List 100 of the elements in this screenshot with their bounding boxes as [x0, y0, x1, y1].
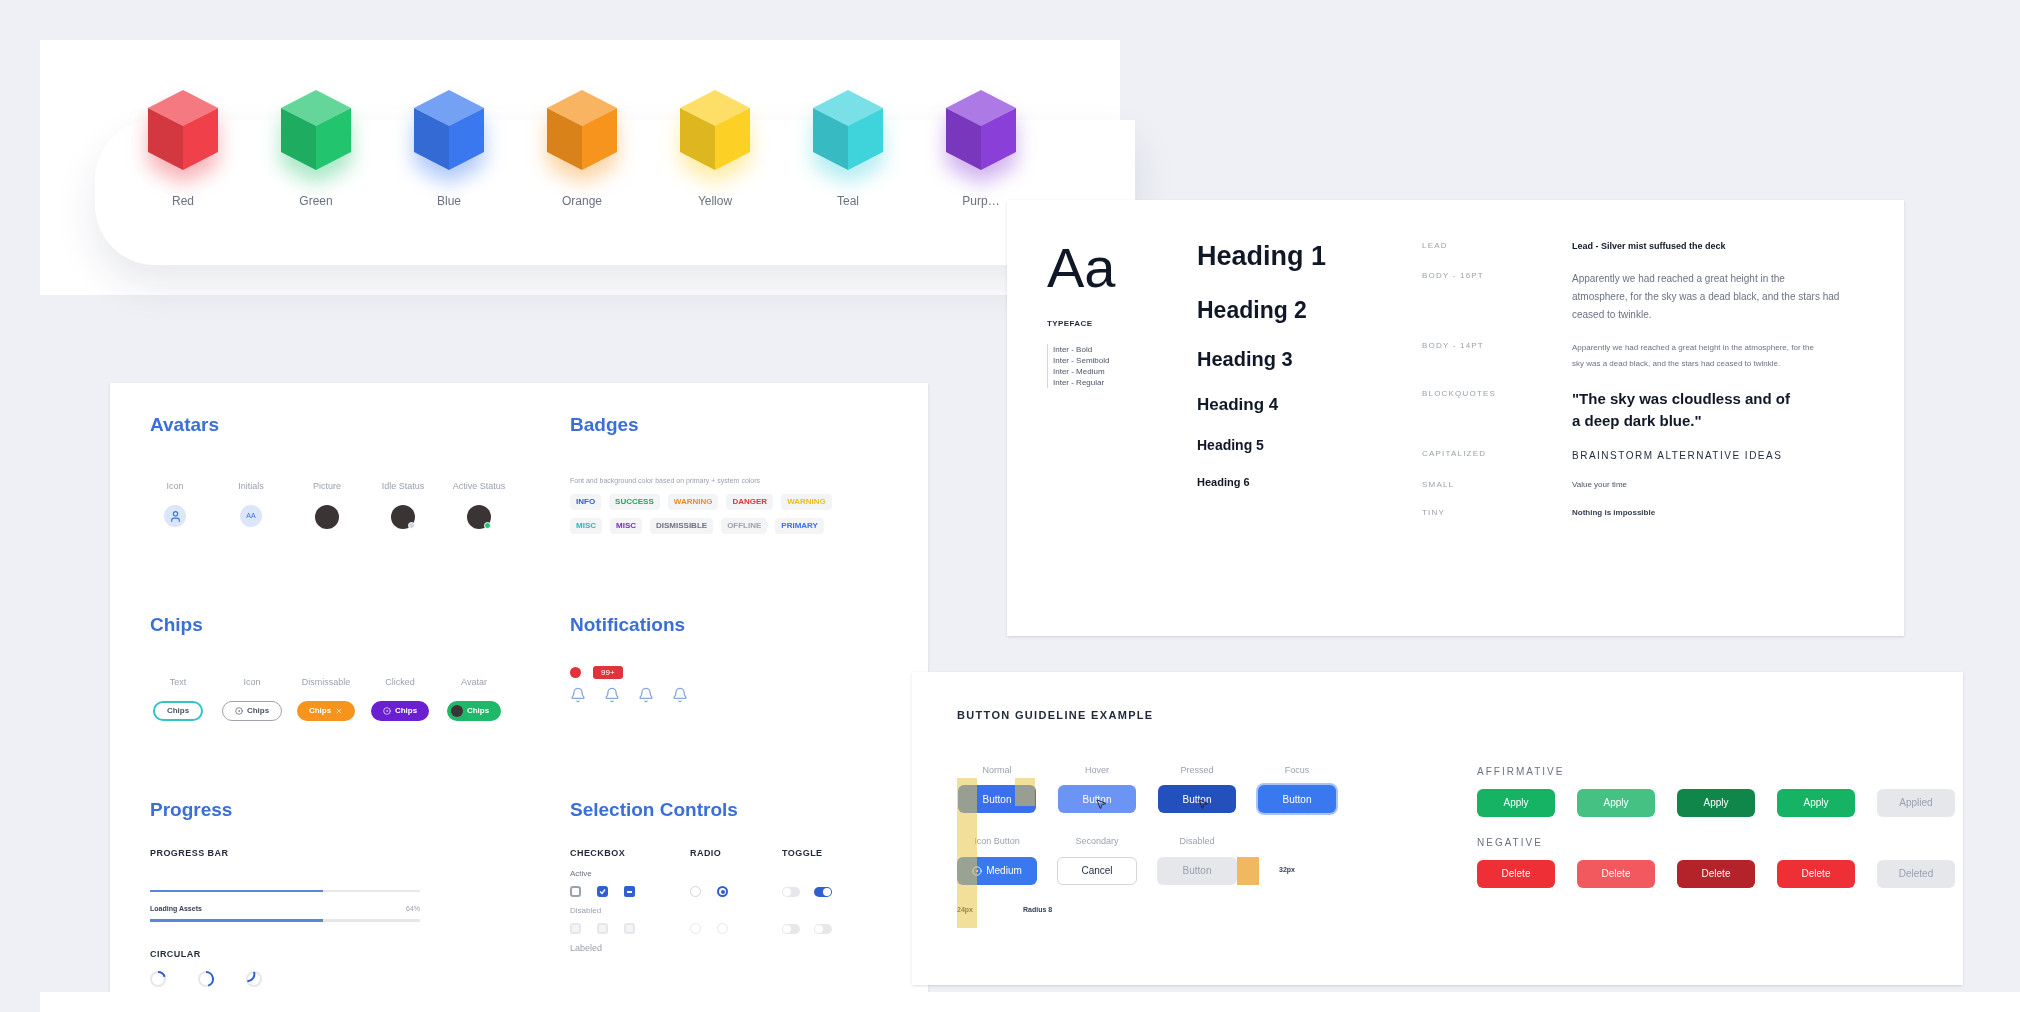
- caption: Secondary: [1075, 835, 1119, 848]
- avatar-icon: [164, 505, 186, 527]
- checkbox[interactable]: [624, 886, 635, 897]
- caption: Avatar: [461, 675, 487, 689]
- style-sample: "The sky was cloudless and of a deep dark blue.": [1572, 388, 1791, 431]
- sample-button[interactable]: Button: [1157, 856, 1237, 885]
- style-sample: Apparently we had reached a great height in the atmosphere, for the sky was a dead black, and the stars had ceased to twinkle.: [1572, 341, 1815, 370]
- badge: MISC: [610, 518, 642, 534]
- color-label: Purp…: [962, 193, 1000, 210]
- column-heading: CHECKBOX: [570, 846, 627, 860]
- sample-button[interactable]: Apply: [1477, 788, 1555, 817]
- heading-sample: Heading 3: [1197, 346, 1294, 372]
- style-sample: Nothing is impossible: [1572, 506, 1656, 519]
- padding-highlight: [1015, 777, 1035, 806]
- section-title: Badges: [570, 413, 640, 437]
- typeface-sample: Aa: [1047, 240, 1117, 296]
- sample-button[interactable]: Cancel: [1057, 856, 1137, 885]
- style-sample: Lead - Silver mist suffused the deck: [1572, 240, 1726, 253]
- badge: OFFLINE: [721, 518, 768, 534]
- toggle-switch[interactable]: [782, 886, 800, 897]
- color-label: Yellow: [697, 193, 733, 210]
- weight-name: Inter - Bold: [1053, 344, 1094, 355]
- close-icon[interactable]: [335, 707, 344, 715]
- sample-button[interactable]: Delete: [1677, 859, 1755, 888]
- group-label: NEGATIVE: [1477, 835, 1544, 850]
- bell-icon[interactable]: [604, 686, 620, 703]
- weight-name: Inter - Semibold: [1053, 355, 1111, 366]
- color-label: Teal: [837, 193, 859, 210]
- caption: Pressed: [1180, 763, 1214, 777]
- section-title: Progress: [150, 798, 234, 822]
- color-label: Green: [299, 193, 333, 210]
- sample-button[interactable]: Apply: [1677, 788, 1755, 817]
- chip[interactable]: Chips: [152, 701, 204, 721]
- sample-button[interactable]: Deleted: [1877, 859, 1955, 888]
- notification-pill: 99+: [593, 665, 623, 679]
- weight-name: Inter - Medium: [1053, 366, 1106, 377]
- section-title: Chips: [150, 613, 204, 637]
- subheading: CIRCULAR: [150, 947, 202, 961]
- spinner-icon: [198, 971, 214, 987]
- sample-button[interactable]: Delete: [1577, 859, 1655, 888]
- style-sample: BRAINSTORM ALTERNATIVE IDEAS: [1572, 448, 1783, 463]
- sample-button[interactable]: Delete: [1777, 859, 1855, 888]
- subheading: PROGRESS BAR: [150, 846, 230, 860]
- badge: INFO: [570, 494, 602, 510]
- style-label: SMALL: [1422, 478, 1456, 491]
- chip[interactable]: Chips: [296, 701, 356, 721]
- spinner-icon: [246, 971, 262, 987]
- sample-button[interactable]: Button: [1058, 785, 1136, 813]
- checkbox[interactable]: [597, 886, 608, 897]
- chip[interactable]: Chips: [446, 701, 502, 721]
- card-title: BUTTON GUIDELINE EXAMPLE: [957, 708, 1155, 723]
- heading-sample: Heading 1: [1197, 240, 1328, 273]
- caption: Initials: [238, 479, 264, 493]
- sample-button[interactable]: Medium: [957, 856, 1037, 885]
- caption: Labeled: [570, 942, 604, 955]
- sample-button[interactable]: Apply: [1777, 788, 1855, 817]
- column-heading: RADIO: [690, 846, 723, 860]
- caption: Hover: [1085, 763, 1109, 777]
- checkbox[interactable]: [570, 886, 581, 897]
- chip[interactable]: Chips: [370, 701, 430, 721]
- avatar-placeholder: [467, 505, 491, 529]
- chip[interactable]: Chips: [221, 701, 283, 721]
- caption: Focus: [1284, 763, 1310, 777]
- badge: WARNING: [667, 494, 719, 510]
- caption: Normal: [982, 763, 1012, 777]
- bell-icon[interactable]: [638, 686, 654, 703]
- style-label: TINY: [1422, 506, 1447, 519]
- style-label: CAPITALIZED: [1422, 447, 1488, 460]
- sample-button[interactable]: Button: [1258, 785, 1336, 813]
- heading-sample: Heading 2: [1197, 295, 1308, 325]
- weight-name: Inter - Regular: [1053, 377, 1106, 388]
- avatar-placeholder: [450, 705, 463, 717]
- height-highlight: [1237, 856, 1259, 885]
- badge: MISC: [570, 518, 602, 534]
- section-title: Selection Controls: [570, 798, 739, 822]
- sample-button[interactable]: Button: [1158, 785, 1236, 813]
- sample-button[interactable]: Apply: [1577, 788, 1655, 817]
- sample-button[interactable]: Delete: [1477, 859, 1555, 888]
- style-label: LEAD: [1422, 240, 1449, 252]
- color-label: Blue: [437, 193, 461, 210]
- bell-icon[interactable]: [570, 686, 586, 703]
- caption: Disabled: [1179, 835, 1215, 848]
- caption: Icon: [243, 675, 261, 689]
- radio-button[interactable]: [717, 886, 728, 897]
- circle-icon: [234, 707, 243, 715]
- sample-button[interactable]: Button: [958, 785, 1036, 813]
- spinner-icon: [150, 971, 166, 987]
- color-label: Orange: [562, 193, 602, 210]
- typeface-label: TYPEFACE: [1047, 318, 1094, 330]
- bell-icon[interactable]: [672, 686, 688, 703]
- toggle-switch[interactable]: [814, 886, 832, 897]
- style-label: BLOCKQUOTES: [1422, 387, 1498, 400]
- heading-sample: Heading 5: [1197, 436, 1265, 455]
- avatar-placeholder: [315, 505, 339, 529]
- caption: Text: [169, 675, 187, 689]
- caption: Picture: [313, 479, 341, 493]
- column-heading: TOGGLE: [782, 846, 824, 860]
- sample-button[interactable]: Applied: [1877, 788, 1955, 817]
- heading-sample: Heading 6: [1197, 476, 1251, 490]
- caption: Active Status: [452, 479, 506, 493]
